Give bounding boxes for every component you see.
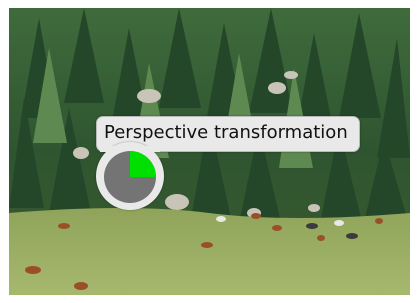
progress-pie-icon (104, 151, 156, 203)
osd-operation-label: Perspective transformation (104, 122, 348, 143)
image-viewer: Perspective transformation (0, 0, 419, 303)
progress-pie-fill (130, 151, 156, 177)
meadow (9, 208, 410, 295)
